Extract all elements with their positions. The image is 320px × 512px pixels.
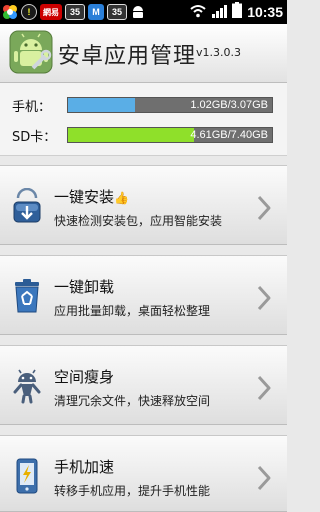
- phone-storage-text: 1.02GB/3.07GB: [190, 99, 268, 111]
- wifi-icon: [190, 3, 206, 22]
- menu-item-title: 手机加速: [54, 458, 115, 476]
- system-icons: 10:35: [190, 2, 283, 22]
- calendar-badge: 35: [69, 7, 80, 17]
- maxthon-badge: M: [92, 7, 100, 17]
- phone-storage-row: 手机： 1.02GB/3.07GB: [0, 94, 287, 116]
- storage-panel: 手机： 1.02GB/3.07GB SD卡： 4.61GB/7.40GB: [0, 83, 287, 156]
- menu-item-subtitle: 转移手机应用，提升手机性能: [54, 484, 211, 498]
- shield-badge: !: [27, 7, 31, 17]
- maxthon-icon: M: [88, 4, 104, 20]
- app-logo-icon: [9, 30, 53, 74]
- phone-storage-label: 手机：: [12, 100, 52, 115]
- calendar-icon: 35: [65, 4, 85, 20]
- flower-icon: [2, 4, 18, 20]
- chevron-right-icon: [256, 464, 272, 492]
- thumbs-up-icon: 👍: [114, 191, 129, 205]
- menu-item-title: 一键安装👍: [54, 186, 129, 207]
- notification-icons: ! 網易 35 M 35: [2, 2, 146, 22]
- install-icon: [12, 187, 42, 224]
- menu-item-title: 一键卸载: [54, 278, 115, 296]
- sd-storage-fill: [68, 128, 195, 142]
- app-version: v1.3.0.3: [196, 46, 241, 59]
- menu-item-speed[interactable]: 手机加速 转移手机应用，提升手机性能: [0, 435, 287, 512]
- sd-storage-bar: 4.61GB/7.40GB: [67, 127, 273, 143]
- menu-item-uninstall[interactable]: 一键卸载 应用批量卸载，桌面轻松整理: [0, 255, 287, 335]
- phone-storage-fill: [68, 98, 136, 112]
- calendar-badge-2: 35: [111, 7, 122, 17]
- netease-badge: 網易: [43, 7, 59, 17]
- app-header: 安卓应用管理 v1.3.0.3: [0, 24, 287, 83]
- battery-icon: [232, 2, 243, 22]
- sd-storage-text: 4.61GB/7.40GB: [190, 129, 268, 141]
- android-slim-icon: [12, 368, 42, 404]
- sd-storage-row: SD卡： 4.61GB/7.40GB: [0, 124, 287, 146]
- chevron-right-icon: [256, 374, 272, 402]
- install-title-text: 一键安装: [54, 188, 115, 206]
- menu-item-install[interactable]: 一键安装👍 快速检测安装包，应用智能安装: [0, 165, 287, 245]
- signal-icon: [211, 3, 228, 22]
- status-bar: ! 網易 35 M 35 10:35: [0, 0, 287, 24]
- menu-item-subtitle: 清理冗余文件，快速释放空间: [54, 394, 211, 408]
- menu-item-subtitle: 快速检测安装包，应用智能安装: [54, 214, 223, 228]
- chevron-right-icon: [256, 194, 272, 222]
- app-title: 安卓应用管理: [58, 44, 197, 69]
- phone-speed-icon: [12, 458, 42, 494]
- phone-storage-bar: 1.02GB/3.07GB: [67, 97, 273, 113]
- android-icon: [130, 4, 146, 20]
- shield-icon: !: [21, 4, 37, 20]
- chevron-right-icon: [256, 284, 272, 312]
- menu-item-subtitle: 应用批量卸载，桌面轻松整理: [54, 304, 211, 318]
- clock: 10:35: [247, 4, 283, 20]
- calendar-icon: 35: [107, 4, 127, 20]
- netease-icon: 網易: [40, 4, 62, 20]
- recycle-bin-icon: [12, 278, 42, 314]
- menu-item-slim[interactable]: 空间瘦身 清理冗余文件，快速释放空间: [0, 345, 287, 425]
- sd-storage-label: SD卡：: [12, 130, 57, 145]
- menu-item-title: 空间瘦身: [54, 368, 115, 386]
